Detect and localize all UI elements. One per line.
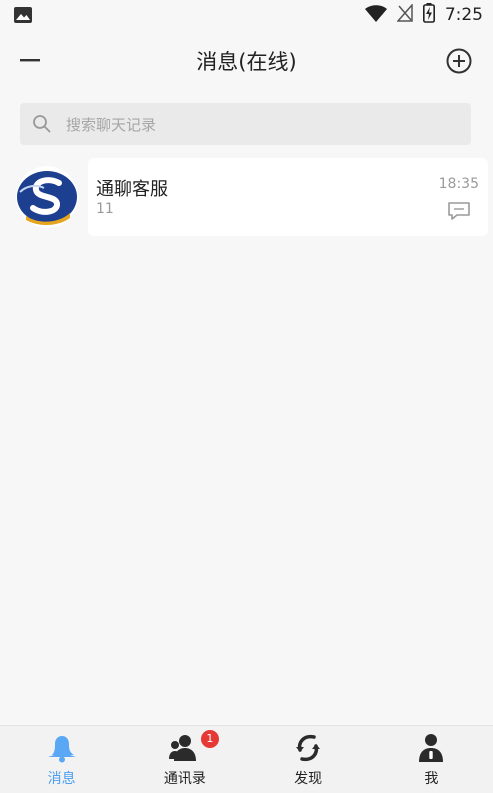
search-input[interactable] xyxy=(64,103,458,147)
tab-messages[interactable]: 消息 xyxy=(0,726,123,793)
contacts-icon xyxy=(168,733,201,763)
tab-me-label: 我 xyxy=(424,771,439,787)
app-header: 消息(在线) xyxy=(0,38,493,82)
image-icon xyxy=(14,7,32,27)
conversation-item[interactable]: 通聊客服 11 18:35 xyxy=(0,158,493,238)
status-time: 7:25 xyxy=(444,5,483,25)
no-signal-icon xyxy=(396,3,413,26)
add-button[interactable] xyxy=(445,47,473,75)
status-bar: 7:25 xyxy=(0,0,493,30)
discover-icon xyxy=(292,733,324,763)
search-icon xyxy=(32,114,52,138)
tab-discover-label: 发现 xyxy=(294,771,323,787)
conversation-name: 通聊客服 xyxy=(96,179,168,200)
bottom-tab-bar: 消息 1 通讯录 发现 我 xyxy=(0,725,493,793)
status-icons: 7:25 xyxy=(364,3,483,27)
customer-service-logo xyxy=(16,166,78,228)
user-icon xyxy=(415,733,447,763)
bell-icon xyxy=(46,733,78,763)
tab-me[interactable]: 我 xyxy=(370,726,493,793)
battery-icon xyxy=(422,3,435,27)
wifi-icon xyxy=(364,4,387,26)
contacts-badge: 1 xyxy=(200,730,219,748)
add-circle-icon xyxy=(445,48,473,79)
page-title: 消息(在线) xyxy=(196,50,297,74)
tab-contacts[interactable]: 1 通讯录 xyxy=(123,726,246,793)
tab-contacts-label: 通讯录 xyxy=(163,771,206,787)
search-bar[interactable] xyxy=(20,103,471,147)
tab-discover[interactable]: 发现 xyxy=(247,726,370,793)
message-icon xyxy=(447,201,471,225)
avatar xyxy=(16,166,78,228)
conversation-preview: 11 xyxy=(96,201,114,217)
conversation-time: 18:35 xyxy=(438,176,479,192)
tab-messages-label: 消息 xyxy=(47,771,76,787)
